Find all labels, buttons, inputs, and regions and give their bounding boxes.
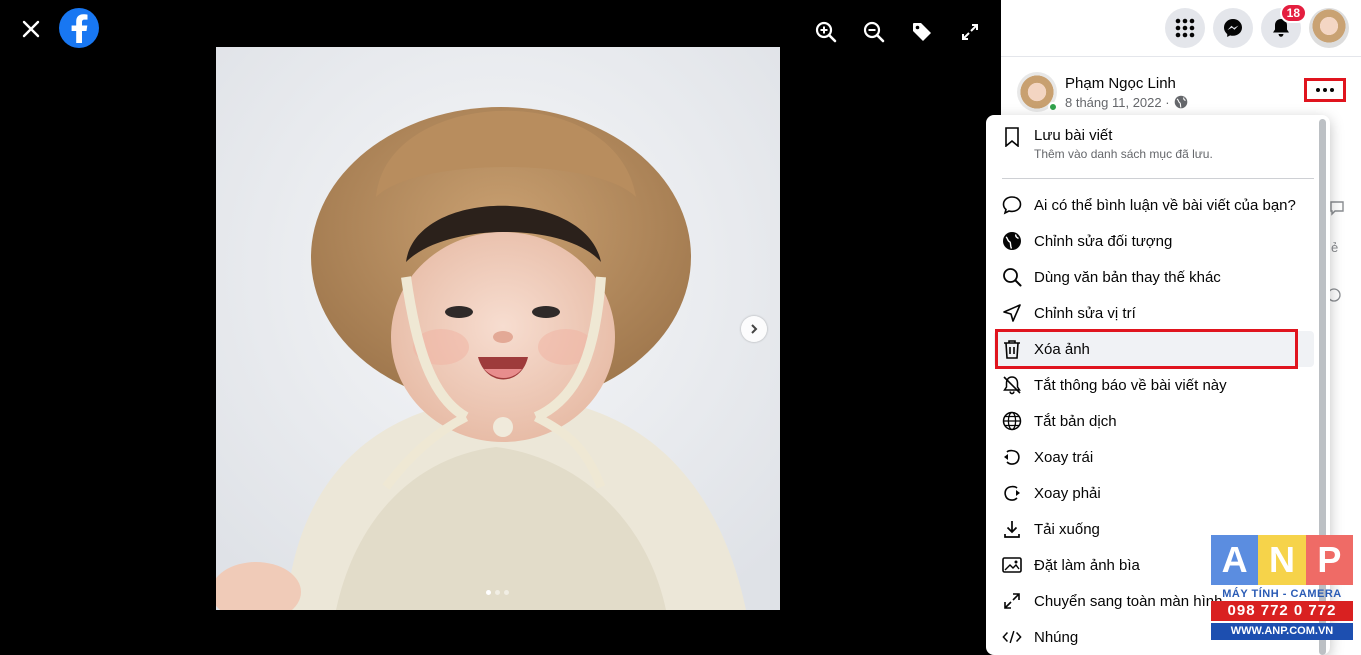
photo-pagination [486,590,509,595]
tag-icon [913,23,931,41]
author-name[interactable]: Phạm Ngọc Linh [1065,75,1188,92]
rotate-right-icon [1002,483,1022,503]
watermark-url: WWW.ANP.COM.VN [1211,623,1353,640]
trash-icon [1002,339,1022,359]
facebook-logo[interactable] [59,8,99,48]
anp-watermark: A N P MÁY TÍNH - CAMERA 098 772 0 772 WW… [1211,535,1353,648]
menu-item-comment-permission[interactable]: Ai có thể bình luận về bài viết của bạn? [994,187,1314,223]
expand-icon [1002,591,1022,611]
location-arrow-icon [1002,303,1022,323]
viewer-toolbar [812,18,984,46]
menu-item-description: Thêm vào danh sách mục đã lưu. [1034,147,1213,161]
top-navigation: 18 [1001,0,1361,57]
grid-icon [1175,18,1195,38]
image-icon [1002,555,1022,575]
watermark-tagline: MÁY TÍNH - CAMERA [1222,588,1342,600]
menu-item-label: Xóa ảnh [1034,340,1090,358]
post-photo [216,47,780,610]
fullscreen-icon [962,24,978,40]
menu-item-edit-audience[interactable]: Chỉnh sửa đối tượng [994,223,1314,259]
baby-photo-image [216,47,780,610]
close-icon [22,20,40,38]
menu-item-label: Tắt bản dịch [1034,412,1117,430]
menu-item-label: Chỉnh sửa đối tượng [1034,232,1173,250]
zoom-in-icon [815,21,837,43]
menu-item-alt-text[interactable]: Dùng văn bản thay thế khác [994,259,1314,295]
menu-item-label: Dùng văn bản thay thế khác [1034,268,1221,286]
menu-button[interactable] [1165,8,1205,48]
pagination-dot[interactable] [495,590,500,595]
facebook-f-icon [71,14,88,43]
notifications-button[interactable]: 18 [1261,3,1307,48]
menu-item-label: Chỉnh sửa vị trí [1034,304,1136,322]
globe-icon [1002,411,1022,431]
globe-filled-icon [1002,231,1022,251]
zoom-in-button[interactable] [812,18,840,46]
watermark-letter: P [1305,535,1353,585]
watermark-letter: N [1258,535,1306,585]
menu-item-label: Đặt làm ảnh bìa [1034,556,1140,574]
comment-icon [1002,195,1022,215]
tag-button[interactable] [908,18,936,46]
menu-item-label: Ai có thể bình luận về bài viết của bạn? [1034,196,1296,214]
post-date-text[interactable]: 8 tháng 11, 2022 · [1065,95,1170,110]
author-avatar[interactable] [1017,72,1058,112]
partial-text: ẻ [1331,240,1339,255]
next-photo-button[interactable] [741,316,767,342]
pagination-dot[interactable] [486,590,491,595]
menu-item-label: Xoay phải [1034,484,1101,502]
bell-off-icon [1002,375,1022,395]
zoom-out-icon [863,21,885,43]
menu-item-rotate-left[interactable]: Xoay trái [994,439,1314,475]
globe-icon[interactable] [1174,95,1188,109]
more-dot [1330,88,1334,92]
messenger-icon [1224,19,1242,37]
menu-item-delete-photo[interactable]: Xóa ảnh [994,331,1314,367]
watermark-letter: A [1211,535,1259,585]
bookmark-icon [1002,127,1022,147]
fullscreen-button[interactable] [956,18,984,46]
comment-icon[interactable] [1329,200,1345,216]
menu-divider [1002,178,1314,179]
menu-item-save-post[interactable]: Lưu bài viết Thêm vào danh sách mục đã l… [994,121,1314,169]
more-dot [1316,88,1320,92]
more-dot [1323,88,1327,92]
watermark-phone: 098 772 0 772 [1211,601,1353,621]
menu-item-turn-off-notifications[interactable]: Tắt thông báo về bài viết này [994,367,1314,403]
download-icon [1002,519,1022,539]
post-options-button[interactable] [1304,78,1346,102]
zoom-out-button[interactable] [860,18,888,46]
menu-item-rotate-right[interactable]: Xoay phải [994,475,1314,511]
rotate-left-icon [1002,447,1022,467]
search-icon [1002,267,1022,287]
photo-viewer [0,0,1001,655]
chevron-right-icon [751,324,758,334]
menu-item-edit-location[interactable]: Chỉnh sửa vị trí [994,295,1314,331]
menu-item-turn-off-translation[interactable]: Tắt bản dịch [994,403,1314,439]
post-header: Phạm Ngọc Linh 8 tháng 11, 2022 · [1017,72,1188,112]
code-icon [1002,627,1022,647]
close-button[interactable] [14,12,48,46]
messenger-button[interactable] [1213,8,1253,48]
menu-item-label: Lưu bài viết [1034,127,1113,144]
pagination-dot[interactable] [504,590,509,595]
menu-item-label: Tắt thông báo về bài viết này [1034,376,1227,394]
menu-item-label: Chuyển sang toàn màn hình [1034,592,1223,610]
online-status-dot [1048,102,1058,112]
menu-item-label: Xoay trái [1034,448,1094,466]
menu-item-label: Nhúng [1034,628,1079,646]
menu-item-label: Tải xuống [1034,520,1100,538]
notification-badge: 18 [1279,3,1307,23]
watermark-letters: A N P [1211,535,1353,585]
post-timestamp: 8 tháng 11, 2022 · [1065,95,1188,110]
account-avatar[interactable] [1309,8,1349,48]
